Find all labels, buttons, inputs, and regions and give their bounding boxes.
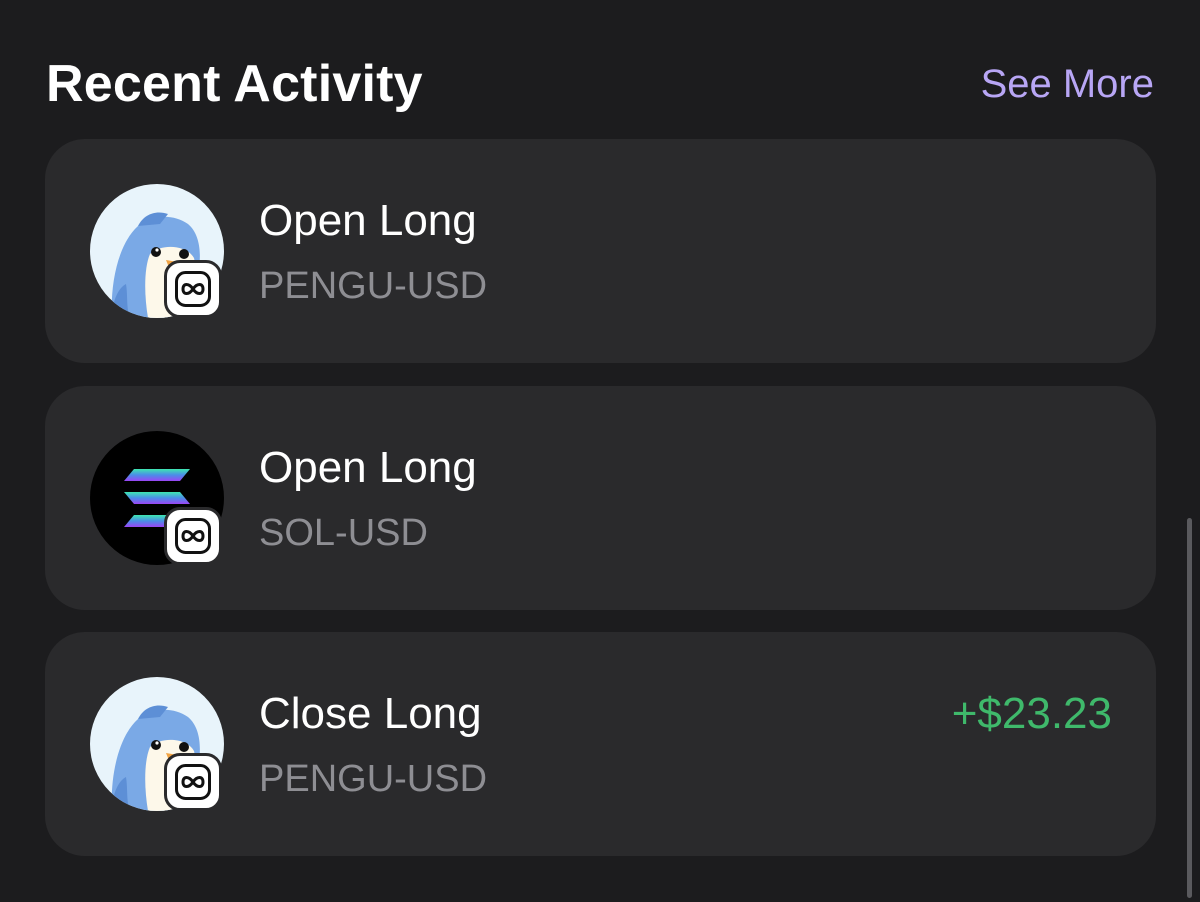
activity-text: Open Long PENGU-USD <box>259 195 487 309</box>
activity-action: Open Long <box>259 196 477 245</box>
activity-action: Open Long <box>259 443 477 492</box>
activity-text: Open Long SOL-USD <box>259 442 477 556</box>
token-avatar <box>90 184 224 318</box>
token-avatar <box>90 431 224 565</box>
activity-action: Close Long <box>259 689 482 738</box>
infinity-icon <box>175 764 211 800</box>
recent-activity-header: Recent Activity See More <box>46 52 1154 116</box>
activity-pair: PENGU-USD <box>259 758 488 800</box>
section-title: Recent Activity <box>46 55 423 113</box>
token-avatar <box>90 677 224 811</box>
activity-text: Close Long PENGU-USD <box>259 688 487 802</box>
infinity-icon <box>175 518 211 554</box>
see-more-link[interactable]: See More <box>981 62 1154 107</box>
infinity-icon <box>175 271 211 307</box>
activity-item[interactable]: Close Long PENGU-USD +$23.23 <box>45 632 1156 856</box>
activity-pair: SOL-USD <box>259 512 428 554</box>
infinity-badge <box>164 507 222 565</box>
infinity-badge <box>164 753 222 811</box>
activity-pair: PENGU-USD <box>259 265 488 307</box>
infinity-badge <box>164 260 222 318</box>
pnl-amount: +$23.23 <box>951 689 1112 738</box>
activity-item[interactable]: Open Long PENGU-USD <box>45 139 1156 363</box>
activity-item[interactable]: Open Long SOL-USD <box>45 386 1156 610</box>
recent-activity-screen: Recent Activity See More Open Long PENGU… <box>0 0 1200 902</box>
scrollbar[interactable] <box>1187 518 1192 898</box>
